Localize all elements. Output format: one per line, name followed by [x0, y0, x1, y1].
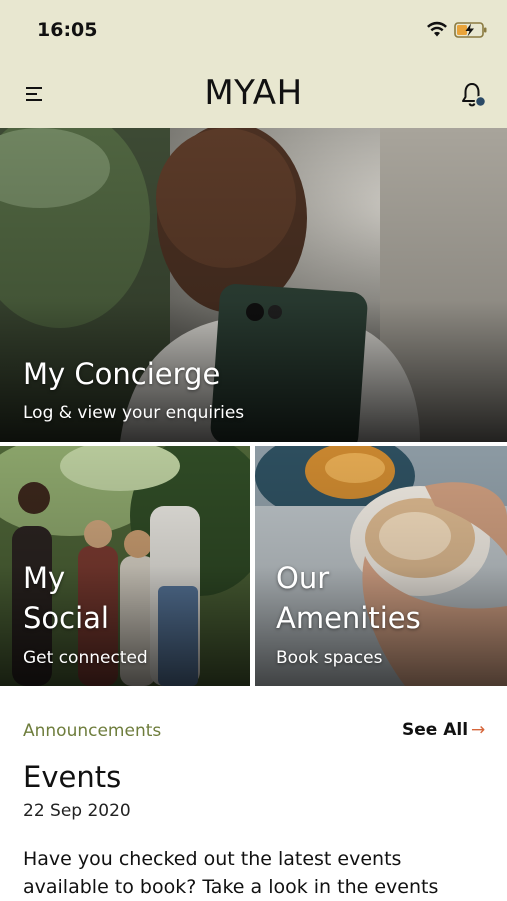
see-all-label: See All	[402, 720, 469, 740]
concierge-subtitle: Log & view your enquiries	[23, 403, 245, 423]
concierge-title: My Concierge	[23, 357, 221, 391]
amenities-subtitle: Book spaces	[276, 648, 383, 668]
social-tile[interactable]: My Social Get connected	[0, 446, 250, 686]
announcements-label: Announcements	[23, 721, 162, 741]
amenities-title-line1: Our	[276, 561, 330, 595]
social-subtitle: Get connected	[23, 648, 148, 668]
event-body-line: Have you checked out the latest events	[23, 848, 402, 870]
event-body-line: available to book? Take a look in the ev…	[23, 876, 439, 898]
event-body: Have you checked out the latest events a…	[23, 845, 493, 901]
battery-charging-icon	[454, 22, 487, 38]
see-all-link[interactable]: See All →	[402, 720, 485, 740]
social-title-line2: Social	[23, 601, 109, 635]
concierge-tile[interactable]: My Concierge Log & view your enquiries	[0, 128, 507, 442]
status-time: 16:05	[37, 19, 98, 41]
arrow-right-icon: →	[471, 720, 486, 740]
wifi-icon	[427, 21, 447, 37]
event-title[interactable]: Events	[23, 760, 121, 794]
event-date: 22 Sep 2020	[23, 801, 131, 821]
social-title-line1: My	[23, 561, 66, 595]
bell-icon[interactable]	[460, 80, 488, 110]
amenities-tile[interactable]: Our Amenities Book spaces	[255, 446, 507, 686]
concierge-photo	[0, 128, 507, 442]
amenities-title-line2: Amenities	[276, 601, 421, 635]
app-title: MYAH	[204, 73, 303, 113]
